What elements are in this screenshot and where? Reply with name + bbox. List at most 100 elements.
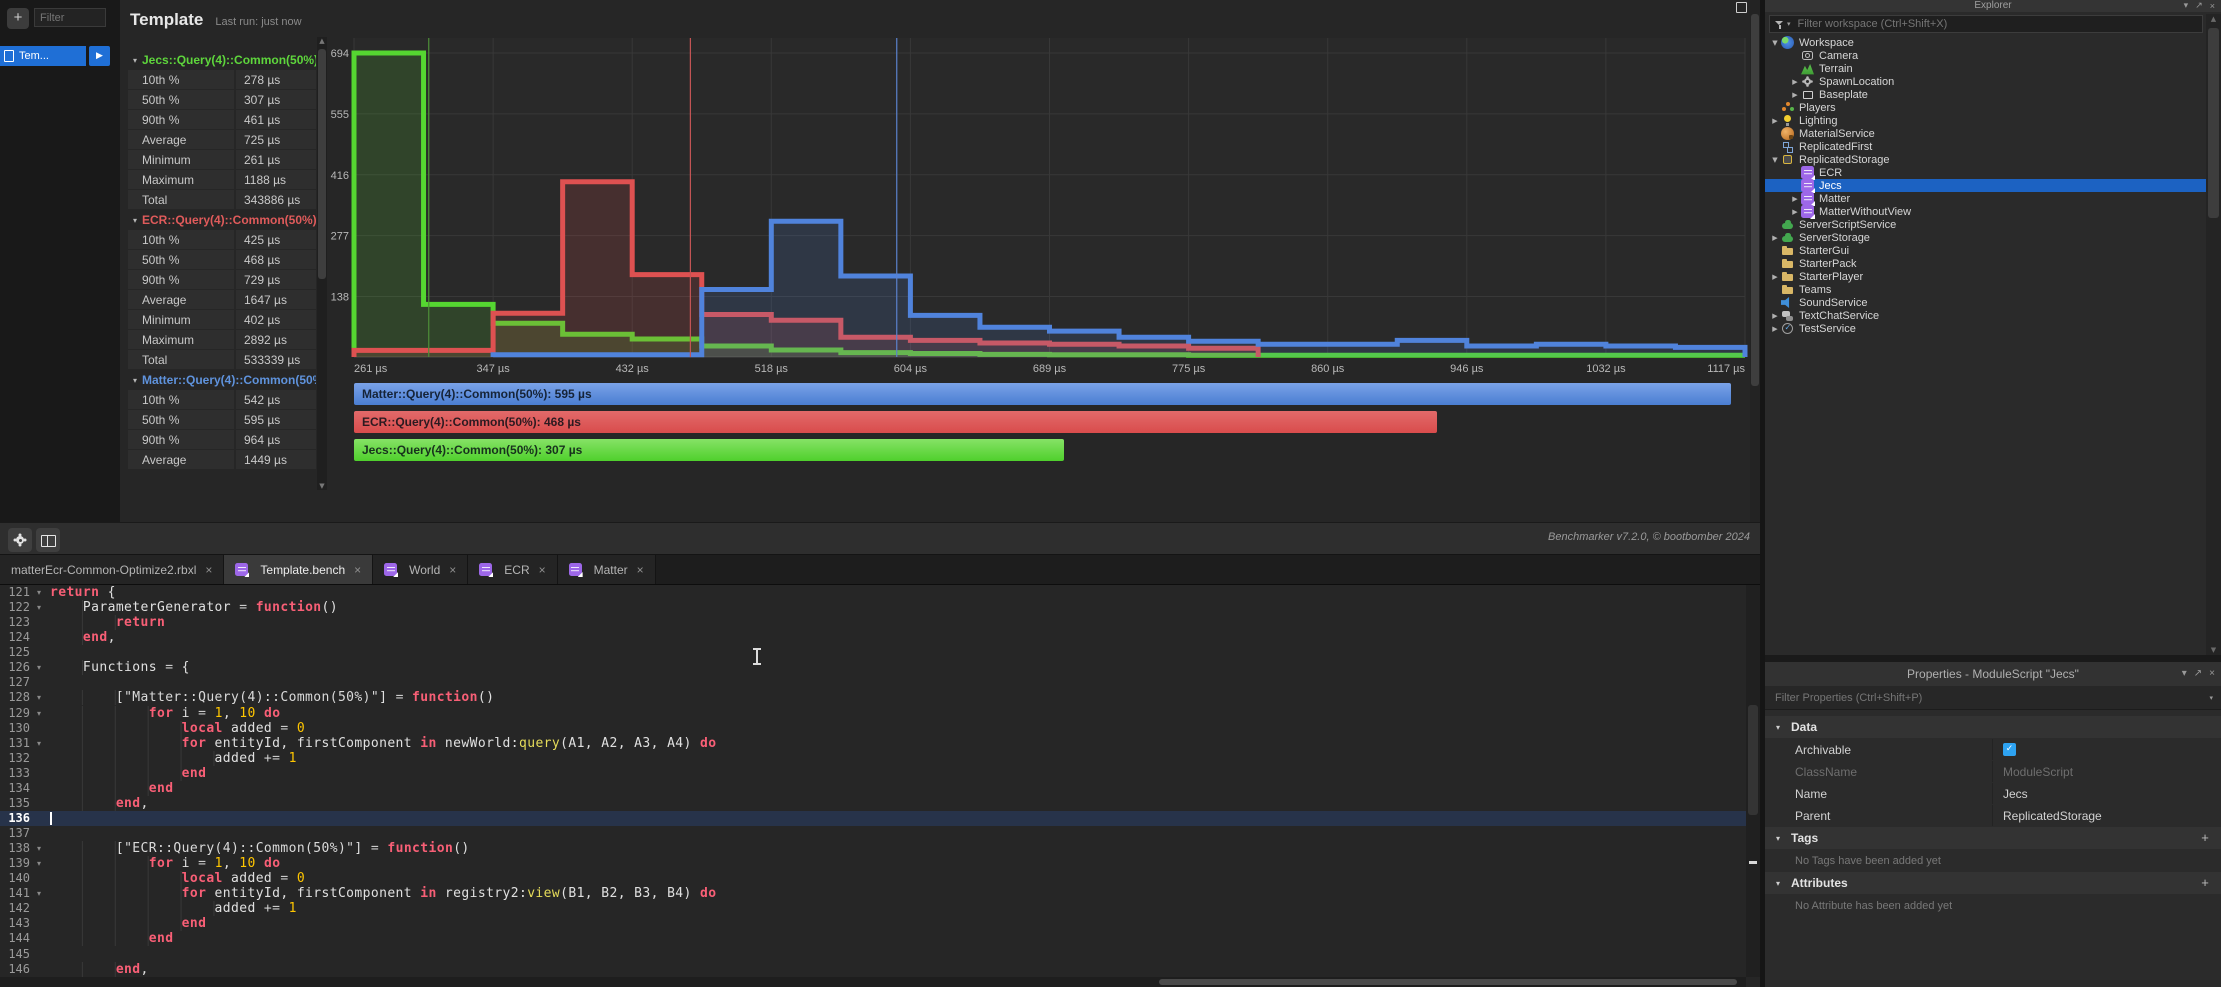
fold-arrow-icon[interactable]: ▾ [37,600,41,615]
property-value[interactable]: Jecs [1993,783,2221,804]
code-line[interactable]: 143 end [0,916,1746,931]
tree-item-workspace[interactable]: ▼Workspace [1765,36,2206,49]
scroll-up-icon[interactable]: ▲ [2206,15,2221,23]
scroll-up-icon[interactable]: ▲ [317,37,327,45]
chevron-down-icon[interactable]: ▾ [1765,723,1791,732]
fold-arrow-icon[interactable]: ▾ [37,841,41,856]
fold-arrow-icon[interactable]: ▾ [37,660,41,675]
properties-filter-input[interactable] [1773,691,2209,705]
chevron-down-icon[interactable]: ▾ [1765,834,1791,843]
plugin-dock-icon[interactable] [1736,2,1747,13]
tree-item-starterpack[interactable]: StarterPack [1765,257,2206,270]
chevron-down-icon[interactable]: ▾ [128,56,142,65]
properties-section-header[interactable]: ▾Tags+ [1765,827,2221,849]
tab-world[interactable]: World× [373,555,468,584]
benchmark-list-item[interactable]: Tem... [0,46,86,66]
add-button[interactable]: + [2197,872,2213,894]
code-line[interactable]: 133 end [0,766,1746,781]
tree-item-camera[interactable]: Camera [1765,49,2206,62]
tree-item-starterplayer[interactable]: ▶StarterPlayer [1765,270,2206,283]
chevron-down-icon[interactable]: ▾ [2184,0,2189,12]
tab-close-icon[interactable]: × [449,563,456,577]
tree-item-startergui[interactable]: StarterGui [1765,244,2206,257]
scrollbar-thumb[interactable] [2208,28,2219,218]
code-line[interactable]: 136 [0,811,1746,826]
fold-arrow-icon[interactable]: ▾ [37,736,41,751]
tree-item-textchatservice[interactable]: ▶TextChatService [1765,309,2206,322]
tab-template-bench[interactable]: Template.bench× [224,555,373,584]
tab-close-icon[interactable]: × [354,563,361,577]
tree-arrow-right-icon[interactable]: ▶ [1789,195,1801,203]
plugin-scrollbar[interactable] [1750,0,1760,522]
add-benchmark-button[interactable]: + [7,8,29,29]
tree-arrow-right-icon[interactable]: ▶ [1789,208,1801,216]
code-line[interactable]: 132 added += 1 [0,751,1746,766]
scrollbar-thumb[interactable] [1751,14,1759,386]
tab-close-icon[interactable]: × [205,563,212,577]
tree-arrow-right-icon[interactable]: ▶ [1769,273,1781,281]
tree-arrow-down-icon[interactable]: ▼ [1769,39,1781,47]
editor-vertical-scrollbar[interactable] [1746,585,1760,977]
scroll-down-icon[interactable]: ▼ [2206,646,2221,654]
tree-item-materialservice[interactable]: MaterialService [1765,127,2206,140]
code-line[interactable]: 130 local added = 0 [0,721,1746,736]
chevron-down-icon[interactable]: ▾ [128,216,142,225]
code-line[interactable]: 144 end [0,931,1746,946]
tree-item-testservice[interactable]: ▶TestService [1765,322,2206,335]
fold-arrow-icon[interactable]: ▾ [37,856,41,871]
property-value[interactable]: ReplicatedStorage [1993,805,2221,826]
fold-arrow-icon[interactable]: ▾ [37,706,41,721]
stats-scrollbar[interactable]: ▲ ▼ [317,37,327,490]
tree-item-replicatedstorage[interactable]: ▼ReplicatedStorage [1765,153,2206,166]
scrollbar-thumb[interactable] [1159,979,1737,985]
tree-item-players[interactable]: Players [1765,101,2206,114]
code-line[interactable]: 127 [0,675,1746,690]
properties-filter[interactable]: ▾ [1765,686,2221,710]
code-line[interactable]: 135 end, [0,796,1746,811]
tree-item-lighting[interactable]: ▶Lighting [1765,114,2206,127]
code-line[interactable]: 125 [0,645,1746,660]
code-line[interactable]: 128▾ ["Matter::Query(4)::Common(50%)"] =… [0,690,1746,705]
chevron-down-icon[interactable]: ▾ [2182,662,2187,686]
tab-close-icon[interactable]: × [637,563,644,577]
tree-item-replicatedfirst[interactable]: ReplicatedFirst [1765,140,2206,153]
tree-item-jecs[interactable]: Jecs [1765,179,2206,192]
tree-item-baseplate[interactable]: ▶Baseplate [1765,88,2206,101]
property-value[interactable]: ModuleScript [1993,761,2221,782]
tree-arrow-right-icon[interactable]: ▶ [1789,78,1801,86]
tree-item-matterwithoutview[interactable]: ▶MatterWithoutView [1765,205,2206,218]
stats-section-header[interactable]: ▾Jecs::Query(4)::Common(50%) [128,50,316,70]
tree-item-spawnlocation[interactable]: ▶SpawnLocation [1765,75,2206,88]
run-benchmark-button[interactable]: ▶ [89,46,110,66]
code-line[interactable]: 131▾ for entityId, firstComponent in new… [0,736,1746,751]
fold-arrow-icon[interactable]: ▾ [37,585,41,600]
code-line[interactable]: 139▾ for i = 1, 10 do [0,856,1746,871]
tree-arrow-down-icon[interactable]: ▼ [1769,156,1781,164]
code-line[interactable]: 126▾ Functions = { [0,660,1746,675]
close-icon[interactable]: × [2209,662,2215,686]
popout-icon[interactable]: ↗ [2194,662,2202,686]
code-line[interactable]: 140 local added = 0 [0,871,1746,886]
chevron-down-icon[interactable]: ▾ [128,376,142,385]
code-line[interactable]: 121▾return { [0,585,1746,600]
tab-matterecr-common-optimize2-rbxl[interactable]: matterEcr-Common-Optimize2.rbxl× [0,555,224,584]
tab-ecr[interactable]: ECR× [468,555,557,584]
tree-item-soundservice[interactable]: SoundService [1765,296,2206,309]
scrollbar-thumb[interactable] [318,49,326,279]
tree-item-serverscriptservice[interactable]: ServerScriptService [1765,218,2206,231]
property-value[interactable]: ✓ [1993,739,2221,760]
tab-matter[interactable]: Matter× [558,555,656,584]
fold-arrow-icon[interactable]: ▾ [37,690,41,705]
code-line[interactable]: 146 end, [0,962,1746,977]
stats-section-header[interactable]: ▾ECR::Query(4)::Common(50%) [128,210,316,230]
fold-arrow-icon[interactable]: ▾ [37,886,41,901]
scrollbar-thumb[interactable] [1748,705,1758,815]
stats-section-header[interactable]: ▾Matter::Query(4)::Common(50%) [128,370,316,390]
panel-splitter[interactable] [1765,655,2221,662]
tree-item-terrain[interactable]: Terrain [1765,62,2206,75]
editor-horizontal-scrollbar[interactable] [0,977,1746,987]
explorer-filter-input[interactable] [1796,17,2202,31]
code-line[interactable]: 129▾ for i = 1, 10 do [0,706,1746,721]
code-line[interactable]: 138▾ ["ECR::Query(4)::Common(50%)"] = fu… [0,841,1746,856]
chevron-down-icon[interactable]: ▾ [1765,879,1791,888]
